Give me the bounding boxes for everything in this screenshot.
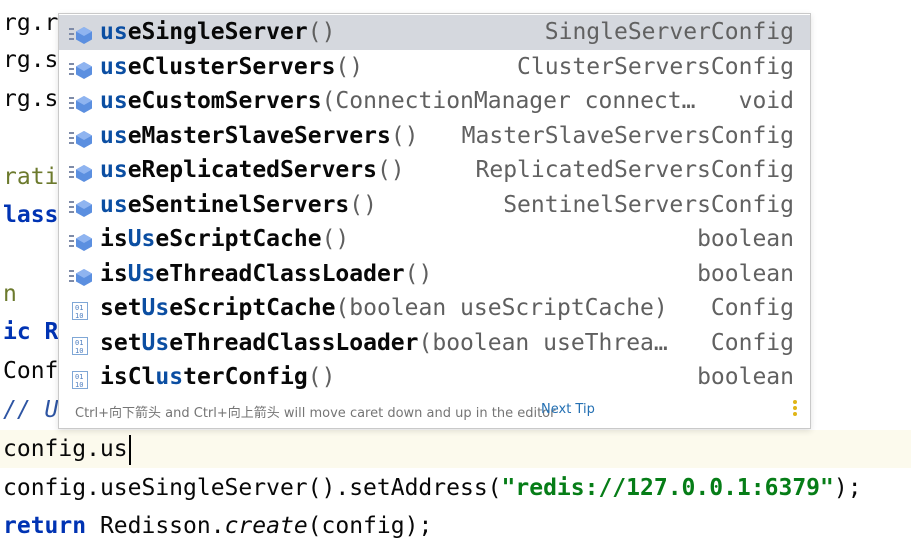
completion-item-type: void bbox=[738, 88, 794, 114]
method-icon bbox=[69, 59, 93, 79]
code-line-5: lass bbox=[3, 202, 59, 228]
completion-item[interactable]: useReplicatedServers() ReplicatedServersC… bbox=[59, 153, 810, 188]
completion-popup[interactable]: useSingleServer() SingleServerConfig useCl… bbox=[58, 13, 811, 429]
binary-icon: 01 10 bbox=[69, 335, 93, 355]
current-code-line[interactable]: config.us bbox=[3, 430, 131, 468]
completion-item[interactable]: useMasterSlaveServers() MasterSlaveServer… bbox=[59, 119, 810, 154]
completion-item-type: SingleServerConfig bbox=[544, 19, 794, 45]
current-line-highlight bbox=[0, 430, 911, 468]
svg-text:01: 01 bbox=[75, 304, 83, 312]
method-icon bbox=[69, 231, 93, 251]
completion-item-name: isClusterConfig() bbox=[100, 364, 336, 390]
completion-item-name: useClusterServers() bbox=[100, 53, 364, 80]
method-icon bbox=[69, 24, 93, 44]
completion-item[interactable]: useClusterServers() ClusterServersConfig bbox=[59, 50, 810, 85]
method-icon bbox=[69, 162, 93, 182]
completion-item-type: boolean bbox=[697, 364, 794, 390]
svg-text:10: 10 bbox=[75, 312, 83, 320]
code-line-7: ic R bbox=[3, 319, 59, 345]
completion-item-type: boolean bbox=[697, 260, 794, 287]
method-icon bbox=[69, 128, 93, 148]
svg-text:01: 01 bbox=[75, 339, 83, 347]
completion-item[interactable]: 01 10 setUseScriptCache(boolean useScriptC… bbox=[59, 291, 810, 326]
completion-item-type: Config bbox=[710, 295, 794, 321]
more-options-icon[interactable] bbox=[792, 400, 798, 418]
text-caret bbox=[128, 434, 131, 465]
completion-item[interactable]: isUseScriptCache() boolean bbox=[59, 222, 810, 257]
code-line-setaddress: config.useSingleServer().setAddress("red… bbox=[3, 475, 862, 501]
completion-item[interactable]: useCustomServers(ConnectionManager conne… bbox=[59, 84, 810, 119]
completion-item-name: isUseScriptCache() bbox=[100, 226, 350, 252]
binary-icon: 01 10 bbox=[69, 369, 93, 389]
completion-item-name: useSentinelServers() bbox=[100, 191, 377, 218]
code-line-8: Conf bbox=[3, 358, 59, 384]
code-line-9: // U bbox=[3, 397, 59, 423]
completion-item-type: SentinelServersConfig bbox=[503, 191, 794, 218]
method-icon bbox=[69, 266, 93, 286]
code-line-return: return Redisson.create(config); bbox=[3, 513, 433, 539]
completion-item[interactable]: 01 10 setUseThreadClassLoader(boolean useT… bbox=[59, 326, 810, 361]
completion-item[interactable]: useSentinelServers() SentinelServersConfi… bbox=[59, 188, 810, 223]
svg-text:10: 10 bbox=[75, 347, 83, 355]
completion-item-type: Config bbox=[710, 329, 794, 356]
next-tip-link[interactable]: Next Tip bbox=[541, 402, 595, 417]
completion-item-name: useReplicatedServers() bbox=[100, 157, 405, 183]
completion-item-name: setUseThreadClassLoader(boolean useThrea… bbox=[100, 329, 668, 356]
completion-footer: Ctrl+向下箭头 and Ctrl+向上箭头 will move caret … bbox=[59, 392, 810, 428]
completion-item-type: boolean bbox=[697, 226, 794, 252]
completion-item[interactable]: isUseThreadClassLoader() boolean bbox=[59, 257, 810, 292]
svg-text:10: 10 bbox=[75, 381, 83, 389]
footer-hint: Ctrl+向下箭头 and Ctrl+向上箭头 will move caret … bbox=[75, 406, 556, 421]
completion-item-name: isUseThreadClassLoader() bbox=[100, 260, 433, 287]
code-line-2: rg.s bbox=[3, 47, 59, 73]
completion-item-name: useCustomServers(ConnectionManager conne… bbox=[100, 88, 696, 114]
code-line-1: rg.r bbox=[3, 10, 59, 36]
code-line-3: rg.s bbox=[3, 86, 59, 112]
completion-item-name: setUseScriptCache(boolean useScriptCache… bbox=[100, 295, 668, 321]
method-icon bbox=[69, 93, 93, 113]
completion-item-type: MasterSlaveServersConfig bbox=[461, 122, 794, 149]
method-icon bbox=[69, 197, 93, 217]
code-line-4: rati bbox=[3, 164, 59, 190]
code-line-6: n bbox=[3, 281, 17, 307]
binary-icon: 01 10 bbox=[69, 300, 93, 320]
completion-item-name: useSingleServer() bbox=[100, 19, 336, 45]
completion-item[interactable]: useSingleServer() SingleServerConfig bbox=[59, 15, 810, 50]
completion-item[interactable]: 01 10 isClusterConfig() boolean bbox=[59, 360, 810, 395]
completion-item-type: ReplicatedServersConfig bbox=[475, 157, 795, 183]
completion-item-name: useMasterSlaveServers() bbox=[100, 122, 419, 149]
completion-item-type: ClusterServersConfig bbox=[517, 53, 794, 80]
svg-text:01: 01 bbox=[75, 373, 83, 381]
